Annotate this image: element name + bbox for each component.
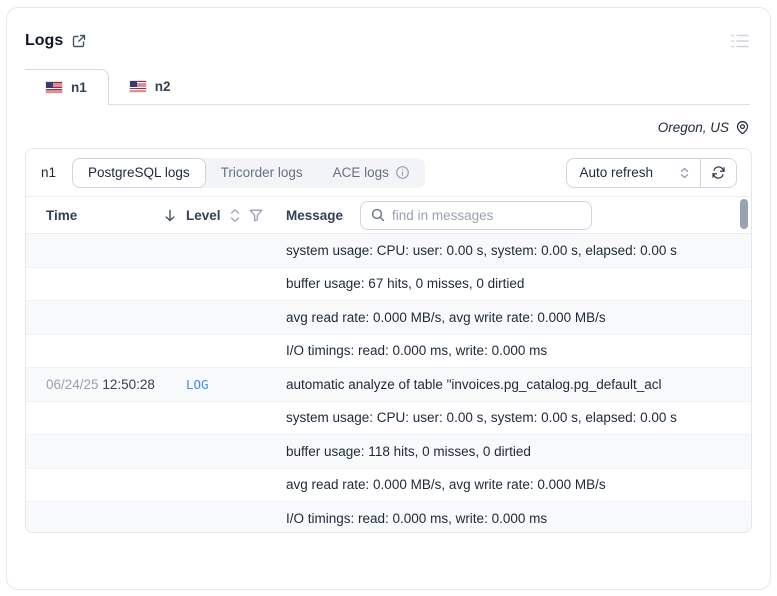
table-row[interactable]: buffer usage: 67 hits, 0 misses, 0 dirti…: [26, 268, 751, 301]
table-row[interactable]: I/O timings: read: 0.000 ms, write: 0.00…: [26, 502, 751, 532]
info-circle-icon: [395, 165, 410, 180]
arrows-up-down-icon[interactable]: [230, 208, 240, 222]
log-message: avg read rate: 0.000 MB/s, avg write rat…: [286, 309, 606, 325]
segment-label: ACE logs: [332, 165, 389, 180]
scrollbar[interactable]: [740, 199, 748, 529]
refresh-arrows-icon: [711, 165, 726, 180]
us-flag-icon: [129, 81, 146, 92]
table-row[interactable]: buffer usage: 118 hits, 0 misses, 0 dirt…: [26, 435, 751, 469]
auto-refresh-label: Auto refresh: [579, 165, 653, 180]
refresh-button[interactable]: [700, 158, 736, 187]
arrow-down-icon[interactable]: [164, 209, 176, 222]
log-message: system usage: CPU: user: 0.00 s, system:…: [286, 242, 677, 258]
log-message: I/O timings: read: 0.000 ms, write: 0.00…: [286, 343, 548, 359]
node-label: n1: [41, 165, 57, 180]
log-timestamp: 06/24/25 12:50:28: [46, 376, 155, 392]
funnel-icon[interactable]: [249, 209, 263, 222]
search-input[interactable]: [392, 207, 582, 223]
card-title-row: Logs: [25, 32, 750, 50]
tab-label: n1: [71, 80, 87, 95]
table-row[interactable]: 06/24/25 12:50:28 LOG automatic analyze of…: [26, 368, 751, 402]
tab-n2[interactable]: n2: [109, 69, 192, 104]
list-lines-icon[interactable]: [730, 32, 750, 50]
table-row[interactable]: I/O timings: read: 0.000 ms, write: 0.00…: [26, 335, 751, 368]
page-title: Logs: [25, 32, 64, 49]
log-level: LOG: [186, 376, 209, 392]
tab-bar: n1 n2: [25, 69, 750, 105]
column-time[interactable]: Time: [46, 208, 186, 223]
log-message: automatic analyze of table "invoices.pg_…: [286, 376, 662, 392]
region-label: Oregon, US: [657, 120, 729, 135]
us-flag-icon: [46, 82, 62, 93]
segment-ace-logs[interactable]: ACE logs: [318, 158, 425, 188]
tab-n1[interactable]: n1: [25, 69, 109, 105]
table-row[interactable]: avg read rate: 0.000 MB/s, avg write rat…: [26, 469, 751, 502]
segment-postgresql-logs[interactable]: PostgreSQL logs: [72, 157, 206, 188]
magnifier-icon: [371, 208, 385, 222]
map-pin-icon: [735, 120, 750, 135]
column-label: Time: [46, 207, 78, 223]
scrollbar-thumb[interactable]: [740, 199, 748, 229]
refresh-controls: Auto refresh: [566, 157, 737, 188]
segment-label: PostgreSQL logs: [88, 165, 190, 180]
log-message: I/O timings: read: 0.000 ms, write: 0.00…: [286, 510, 548, 526]
message-search[interactable]: [360, 200, 593, 230]
table-row[interactable]: system usage: CPU: user: 0.00 s, system:…: [26, 234, 751, 268]
column-label: Message: [286, 207, 344, 223]
column-level[interactable]: Level: [186, 208, 286, 223]
log-message: buffer usage: 118 hits, 0 misses, 0 dirt…: [286, 443, 531, 459]
tab-label: n2: [154, 79, 171, 94]
log-message: buffer usage: 67 hits, 0 misses, 0 dirti…: [286, 276, 525, 292]
column-label: Level: [186, 207, 221, 223]
segment-tricorder-logs[interactable]: Tricorder logs: [206, 158, 318, 188]
table-header: Time Level Message find in messages: [26, 197, 751, 234]
log-rows: system usage: CPU: user: 0.00 s, system:…: [26, 234, 751, 532]
segment-label: Tricorder logs: [220, 165, 303, 180]
chevron-up-down-icon: [679, 167, 690, 179]
table-row[interactable]: avg read rate: 0.000 MB/s, avg write rat…: [26, 301, 751, 335]
log-message: system usage: CPU: user: 0.00 s, system:…: [286, 410, 677, 426]
table-row[interactable]: system usage: CPU: user: 0.00 s, system:…: [26, 402, 751, 435]
logs-toolbar: n1 PostgreSQL logs Tricorder logs ACE lo…: [26, 149, 751, 197]
region-row: Oregon, US: [7, 105, 770, 135]
log-message: avg read rate: 0.000 MB/s, avg write rat…: [286, 477, 606, 493]
auto-refresh-select[interactable]: Auto refresh: [567, 159, 700, 187]
logs-card: Logs n1 n2 Oregon, US n1 PostgreSQL logs…: [6, 7, 771, 590]
column-message: Message: [286, 200, 751, 230]
logs-panel: n1 PostgreSQL logs Tricorder logs ACE lo…: [25, 148, 752, 533]
external-link-icon[interactable]: [71, 33, 87, 49]
log-source-switcher: PostgreSQL logs Tricorder logs ACE logs: [72, 157, 425, 188]
